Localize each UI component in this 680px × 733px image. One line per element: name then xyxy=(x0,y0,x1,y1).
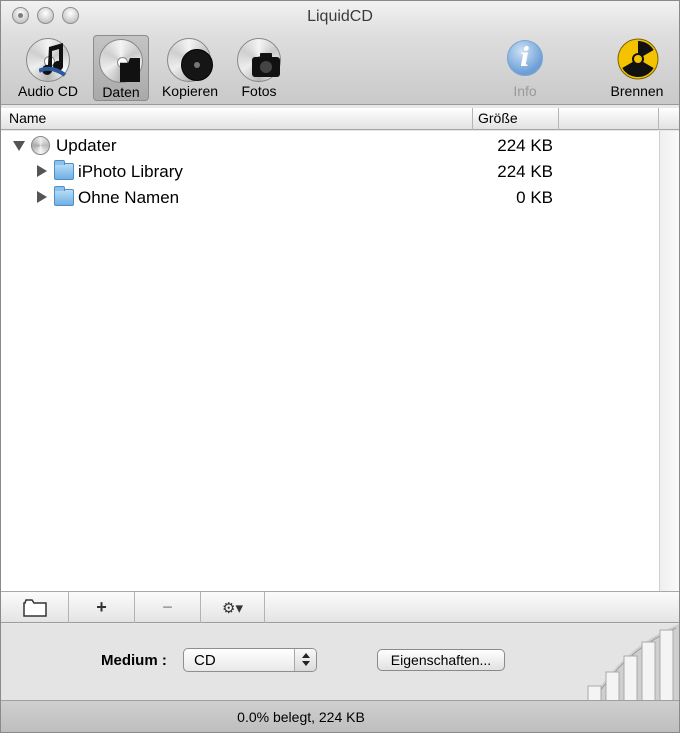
audio-cd-icon xyxy=(25,37,71,83)
row-size: 224 KB xyxy=(497,136,553,155)
medium-popup[interactable]: CD xyxy=(183,648,317,672)
gear-icon: ⚙▾ xyxy=(222,599,243,617)
new-folder-button[interactable] xyxy=(1,592,69,623)
toolbar-info-label: Info xyxy=(513,83,537,99)
toolbar-brennen[interactable]: Brennen xyxy=(601,35,673,101)
toolbar-kopieren[interactable]: Kopieren xyxy=(153,35,227,101)
properties-button[interactable]: Eigenschaften... xyxy=(377,649,505,671)
window-title: LiquidCD xyxy=(307,8,373,25)
toolbar: Audio CD Daten Kopieren Fotos i Info Bre… xyxy=(1,35,679,105)
disclosure-triangle-down-icon[interactable] xyxy=(13,141,25,151)
row-name: Ohne Namen xyxy=(78,188,180,207)
status-bar: 0.0% belegt, 224 KB xyxy=(1,700,679,732)
info-icon: i xyxy=(502,37,548,83)
plus-icon: + xyxy=(96,597,107,617)
column-size-header[interactable]: Größe xyxy=(478,110,558,130)
row-name: Updater xyxy=(56,136,117,155)
add-button[interactable]: + xyxy=(69,592,135,623)
row-size: 224 KB xyxy=(497,162,553,181)
toolbar-kopieren-label: Kopieren xyxy=(161,83,219,99)
cd-icon xyxy=(31,136,51,155)
liquidcd-window: LiquidCD Audio CD Daten Kopieren Fotos i… xyxy=(0,0,680,733)
disclosure-triangle-right-icon[interactable] xyxy=(37,165,47,177)
outline-row-iphoto-library[interactable]: iPhoto Library 224 KB xyxy=(1,159,659,185)
vertical-scrollbar[interactable] xyxy=(659,131,679,591)
row-size: 0 KB xyxy=(516,188,553,207)
toolbar-fotos-label: Fotos xyxy=(241,83,277,99)
file-outline[interactable]: Updater 224 KB iPhoto Library 224 KB Ohn… xyxy=(1,131,659,591)
row-name: iPhoto Library xyxy=(78,162,183,181)
toolbar-audio-cd-label: Audio CD xyxy=(18,83,78,99)
toolbar-brennen-label: Brennen xyxy=(610,83,664,99)
folder-icon xyxy=(22,598,47,617)
minus-icon: − xyxy=(162,597,173,617)
remove-button[interactable]: − xyxy=(135,592,201,623)
lower-panel: Medium : CD Eigenschaften... xyxy=(1,624,679,732)
disclosure-triangle-right-icon[interactable] xyxy=(37,191,47,203)
popup-arrows-icon xyxy=(294,649,316,671)
status-text: 0.0% belegt, 224 KB xyxy=(237,709,365,725)
action-button[interactable]: ⚙▾ xyxy=(201,592,265,623)
toolbar-info[interactable]: i Info xyxy=(497,35,553,101)
title-bar[interactable]: LiquidCD xyxy=(1,1,679,35)
toolbar-audio-cd[interactable]: Audio CD xyxy=(9,35,87,101)
toolbar-daten[interactable]: Daten xyxy=(93,35,149,101)
outline-row-updater[interactable]: Updater 224 KB xyxy=(1,133,659,159)
folder-icon xyxy=(54,186,74,207)
copy-cd-icon xyxy=(167,37,213,83)
burn-icon xyxy=(614,37,660,83)
list-button-bar: + − ⚙▾ xyxy=(1,591,679,623)
data-cd-icon xyxy=(98,38,144,84)
photo-cd-icon xyxy=(236,37,282,83)
outline-row-ohne-namen[interactable]: Ohne Namen 0 KB xyxy=(1,185,659,211)
medium-label: Medium : xyxy=(101,652,167,669)
medium-selected-value: CD xyxy=(194,652,216,669)
folder-icon xyxy=(54,160,74,181)
column-name-header[interactable]: Name xyxy=(9,110,469,130)
toolbar-fotos[interactable]: Fotos xyxy=(231,35,287,101)
list-header: Name Größe xyxy=(1,108,679,130)
toolbar-daten-label: Daten xyxy=(102,84,140,100)
